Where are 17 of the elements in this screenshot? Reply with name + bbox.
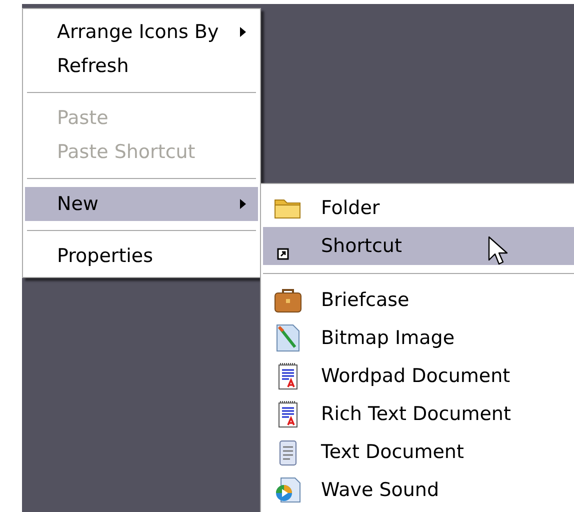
menu-item[interactable]: Text Document xyxy=(263,433,574,471)
menu-item[interactable]: Refresh xyxy=(25,49,258,83)
menu-item[interactable]: Wave Sound xyxy=(263,471,574,509)
shortcut-icon xyxy=(277,248,289,260)
menu-item[interactable]: Rich Text Document xyxy=(263,395,574,433)
menu-item[interactable]: Shortcut xyxy=(263,227,574,265)
media-file-icon xyxy=(273,476,303,504)
menu-item[interactable]: Wordpad Document xyxy=(263,357,574,395)
submenu-arrow-icon xyxy=(240,27,246,37)
menu-item[interactable]: Folder xyxy=(263,189,574,227)
menu-item[interactable]: Properties xyxy=(25,239,258,273)
briefcase-icon xyxy=(273,286,303,314)
menu-item[interactable]: Bitmap Image xyxy=(263,319,574,357)
menu-item[interactable]: Arrange Icons By xyxy=(25,15,258,49)
menu-item[interactable]: Briefcase xyxy=(263,281,574,319)
submenu-arrow-icon xyxy=(240,199,246,209)
menu-item[interactable]: New xyxy=(25,187,258,221)
